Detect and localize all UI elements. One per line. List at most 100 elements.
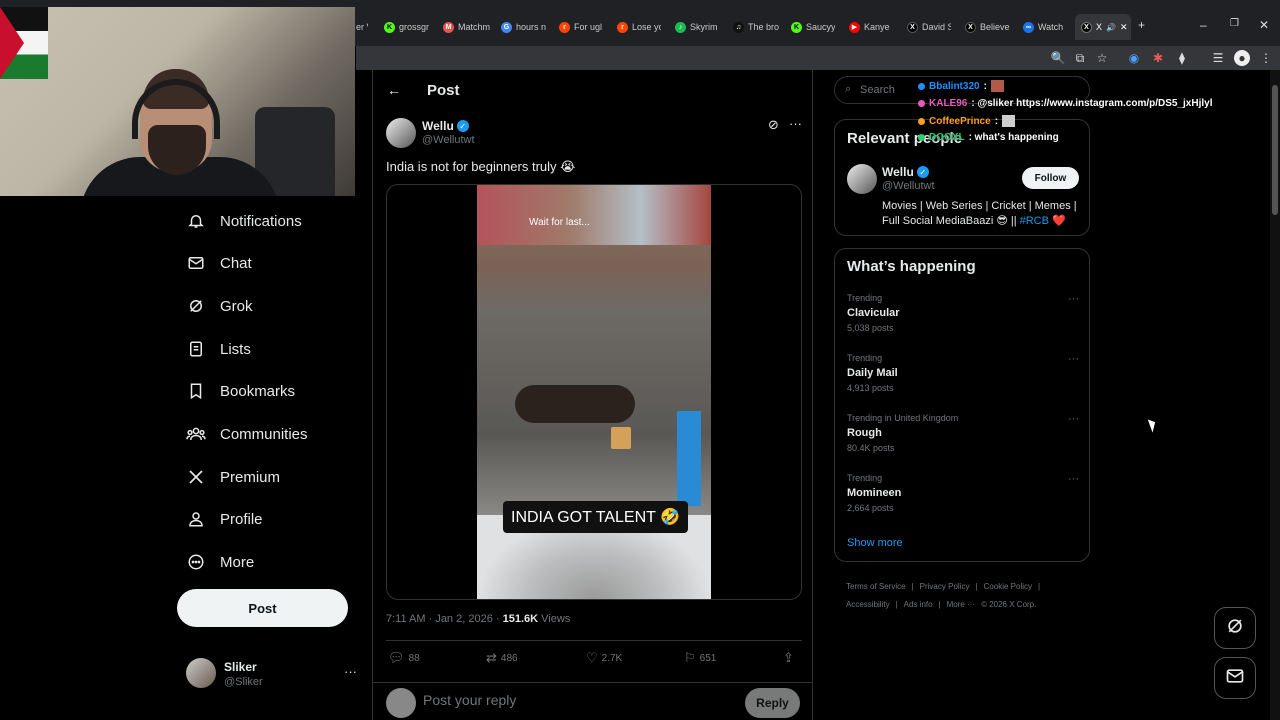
puzzle-icon[interactable]: ⧫ <box>1174 50 1190 66</box>
trend-item[interactable]: Trending Momineen 2,664 posts ··· <box>847 473 1079 519</box>
browser-tab[interactable]: M Matchm <box>443 18 491 36</box>
browser-tab[interactable]: Kgrossgr <box>384 18 432 36</box>
grok-fab-button[interactable] <box>1214 607 1256 649</box>
new-tab-icon[interactable]: + <box>1138 18 1145 32</box>
nav-label: Premium <box>220 468 281 486</box>
author-name[interactable]: Wellu ✓ <box>422 119 469 133</box>
nav-communities[interactable]: Communities <box>186 419 308 449</box>
nav-grok[interactable]: Grok <box>186 291 253 321</box>
zoom-icon[interactable]: 🔍 <box>1050 50 1066 66</box>
grok-icon[interactable]: ⊘ <box>768 117 779 133</box>
trend-count: 80.4K posts <box>847 443 895 453</box>
browser-tab[interactable]: K Saucyy <box>791 18 835 36</box>
mouse-cursor-icon <box>1147 417 1159 433</box>
relevant-handle: @Wellutwt <box>882 180 935 192</box>
post-time[interactable]: 7:11 AM · Jan 2, 2026 · <box>386 613 503 625</box>
scrollbar[interactable] <box>1270 70 1280 720</box>
reading-list-icon[interactable]: ☰ <box>1210 50 1226 66</box>
profile-avatar-icon[interactable]: ● <box>1234 50 1250 66</box>
browser-toolbar: 🔍 ⧉ ☆ ◉ ✱ ⧫ ☰ ● ⋮ <box>356 46 1280 70</box>
hashtag-link[interactable]: #RCB <box>1020 215 1049 227</box>
browser-tab-active[interactable]: X X 🔊 ✕ <box>1075 14 1131 40</box>
more-dots-icon[interactable]: ··· <box>1068 353 1079 365</box>
nav-profile[interactable]: Profile <box>186 504 263 534</box>
nav-premium[interactable]: Premium <box>186 462 280 492</box>
post-video[interactable]: Wait for last... INDIA GOT TALENT 🤣 <box>386 184 802 600</box>
footer-link[interactable]: More ··· <box>947 600 975 609</box>
trend-item[interactable]: Trending in United Kingdom Rough 80.4K p… <box>847 413 1079 459</box>
author-avatar[interactable] <box>386 118 416 148</box>
more-dots-icon[interactable]: ··· <box>1068 413 1079 425</box>
browser-tab[interactable]: r For ugl <box>559 18 603 36</box>
show-more-link[interactable]: Show more <box>847 537 903 549</box>
bookmark-icon: ⚐ <box>684 650 696 665</box>
restore-icon[interactable]: ❐ <box>1230 18 1239 29</box>
video-subject <box>515 385 635 423</box>
author-avatar[interactable] <box>847 164 877 194</box>
footer-link[interactable]: Terms of Service <box>846 582 906 591</box>
browser-tab[interactable]: X David S <box>907 18 951 36</box>
x-icon: X <box>907 21 918 33</box>
trend-item[interactable]: Trending Daily Mail 4,913 posts ··· <box>847 353 1079 399</box>
video-background <box>477 185 711 245</box>
like-action[interactable]: ♡ 2.7K <box>586 650 622 666</box>
browser-tab[interactable]: X Believe <box>965 18 1009 36</box>
bookmark-action[interactable]: ⚐ 651 <box>684 650 716 666</box>
reply-input[interactable]: Post your reply <box>423 692 516 708</box>
browser-tab[interactable]: ∞ Watch <box>1023 18 1067 36</box>
nav-chat[interactable]: Chat <box>186 248 252 278</box>
chat-text: : <box>994 115 999 127</box>
video-frame[interactable]: Wait for last... INDIA GOT TALENT 🤣 <box>477 185 711 599</box>
more-dots-icon[interactable]: ··· <box>789 116 802 131</box>
post-button[interactable]: Post <box>177 589 348 627</box>
tab-label: Lose yo <box>632 22 661 32</box>
trend-context: Trending in United Kingdom <box>847 413 959 423</box>
repost-action[interactable]: ⇄ 486 <box>486 650 518 666</box>
reddit-icon: r <box>617 21 628 33</box>
more-dots-icon[interactable]: ··· <box>1068 473 1079 485</box>
trend-item[interactable]: Trending Clavicular 5,038 posts ··· <box>847 293 1079 339</box>
relevant-name[interactable]: Wellu ✓ <box>882 165 929 179</box>
browser-tab[interactable]: ♪ Skyrim <box>675 18 721 36</box>
browser-tab[interactable]: ♫ The bro <box>733 18 779 36</box>
tab-label: Saucyy <box>806 22 835 32</box>
account-switcher[interactable]: Sliker @Sliker ··· <box>186 658 358 690</box>
trend-context: Trending <box>847 293 883 303</box>
minimize-icon[interactable]: – <box>1200 18 1207 32</box>
close-window-icon[interactable]: ✕ <box>1259 18 1269 32</box>
messages-fab-button[interactable] <box>1214 657 1256 699</box>
share-action[interactable]: ⇪ <box>783 650 794 666</box>
extension-icon[interactable]: ◉ <box>1126 50 1142 66</box>
video-label: INDIA GOT TALENT 🤣 <box>503 501 688 533</box>
author-handle: @Wellutwt <box>422 134 475 146</box>
webcam-overlay <box>0 7 355 196</box>
footer-link[interactable]: Privacy Policy <box>920 582 970 591</box>
back-arrow-icon[interactable]: ← <box>387 82 401 98</box>
browser-tab[interactable]: Ghours n <box>501 18 547 36</box>
video-caption: Wait for last... <box>529 217 590 228</box>
reply-button[interactable]: Reply <box>745 688 800 718</box>
nav-bookmarks[interactable]: Bookmarks <box>186 376 295 406</box>
nav-lists[interactable]: Lists <box>186 334 251 364</box>
more-dots-icon[interactable]: ··· <box>344 664 357 679</box>
browser-tab[interactable]: er V <box>356 18 368 36</box>
more-dots-icon[interactable]: ··· <box>1068 293 1079 305</box>
nav-more[interactable]: More <box>186 547 254 577</box>
panel-title: What’s happening <box>847 258 976 275</box>
close-tab-icon[interactable]: ✕ <box>1120 22 1128 33</box>
star-icon[interactable]: ☆ <box>1094 50 1110 66</box>
footer-link[interactable]: Ads info <box>904 600 933 609</box>
menu-icon[interactable]: ⋮ <box>1258 50 1274 66</box>
follow-button[interactable]: Follow <box>1022 167 1079 189</box>
reply-action[interactable]: 💬︎ 88 <box>388 650 420 666</box>
scroll-thumb[interactable] <box>1272 85 1278 215</box>
browser-tab[interactable]: r Lose yo <box>617 18 661 36</box>
extension-icon[interactable]: ✱ <box>1150 50 1166 66</box>
chat-badge-icon <box>918 134 925 141</box>
communities-icon <box>186 424 206 444</box>
browser-tab[interactable]: ▶ Kanye <box>849 18 893 36</box>
nav-notifications[interactable]: Notifications <box>186 206 302 236</box>
footer-link[interactable]: Accessibility <box>846 600 890 609</box>
cast-icon[interactable]: ⧉ <box>1072 50 1088 66</box>
footer-link[interactable]: Cookie Policy <box>984 582 1032 591</box>
